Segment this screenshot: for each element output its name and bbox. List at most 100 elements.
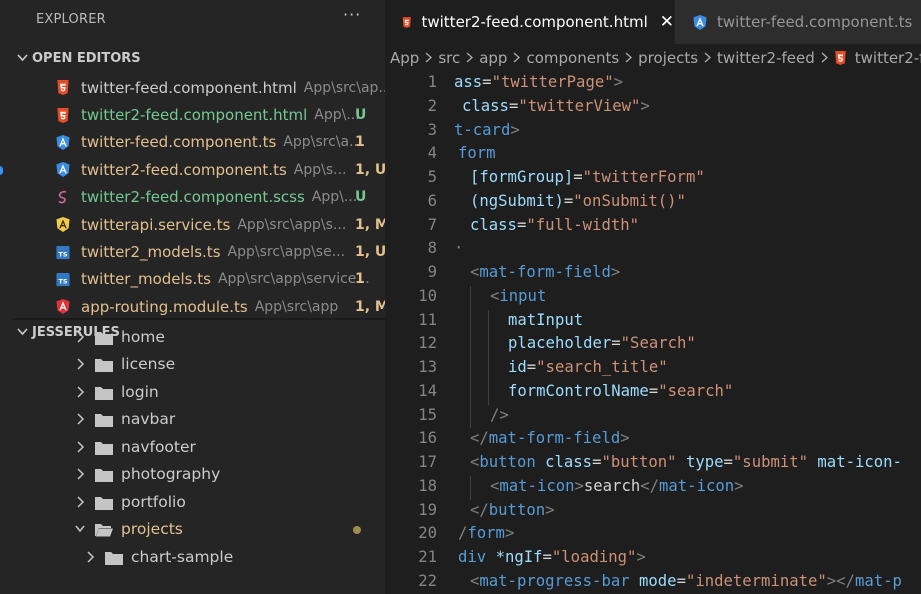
open-editor-label: twitter-feed.component.html App\src\ap... [81, 79, 385, 97]
file-name: twitter-feed.component.ts [81, 133, 277, 152]
tree-folder-projects[interactable]: projects [12, 516, 385, 544]
tree-folder-label: photography [121, 465, 221, 483]
code-token: = [516, 215, 527, 234]
activity-bar-edge [0, 0, 11, 594]
code-token: class [470, 215, 517, 234]
code-text: ass="twitterPage"> [454, 73, 623, 91]
file-name: twitter2-feed.component.scss [81, 188, 305, 207]
editor-area: twitter2-feed.component.html ✕ twitter-f… [385, 0, 921, 594]
tree-folder-portfolio[interactable]: portfolio [12, 489, 385, 517]
tree-folder-label: login [121, 382, 159, 401]
code-token: button [479, 453, 536, 471]
tab-label: twitter2-feed.component.html [421, 13, 648, 31]
tab-twitter-feed-ts[interactable]: twitter-feed.component.ts [675, 0, 921, 44]
code-text: <mat-form-field> [470, 263, 620, 281]
indent-guide [488, 357, 489, 381]
code-line: 5 [formGroup]="twitterForm" [385, 167, 921, 191]
open-editor-item[interactable]: twitter2-feed.component.ts App\s... 1, U [12, 156, 385, 183]
folder-icon [95, 496, 113, 510]
code-line: 17 <button class="button" type="submit" m… [385, 452, 921, 476]
chevron-right-icon [625, 49, 633, 67]
open-editors-header[interactable]: OPEN EDITORS [12, 46, 385, 70]
open-editor-item[interactable]: twitter2-feed.component.html App\... U [12, 101, 385, 128]
file-name: twitter2-feed.component.html [81, 106, 308, 125]
open-editor-label: twitter_models.ts App\src\app\service... [81, 270, 370, 288]
code-line: 1 ass="twitterPage"> [385, 72, 921, 96]
code-line: 7 class="full-width" [385, 215, 921, 239]
line-number: 13 [418, 358, 437, 376]
chevron-right-icon [77, 385, 85, 398]
code-token: form [458, 144, 496, 163]
code-token: > [620, 429, 630, 448]
breadcrumb-item[interactable]: app [479, 49, 507, 67]
code-token: "indeterminate" [685, 571, 827, 590]
code-token: "twitterPage" [491, 73, 614, 91]
code-token: = [482, 73, 492, 91]
code-token: mat-icon [659, 476, 735, 495]
tree-folder-photography[interactable]: photography [12, 461, 385, 489]
code-editor[interactable]: 1 ass="twitterPage"> 2 class="twitterView">… [385, 72, 921, 594]
breadcrumb-item[interactable]: App [390, 49, 419, 67]
code-token: < [490, 286, 500, 305]
code-token: mat-p [854, 571, 902, 590]
tree-folder-label: navbar [121, 410, 176, 428]
line-number: 20 [418, 524, 437, 543]
close-icon[interactable]: ✕ [660, 12, 674, 32]
code-token: > [574, 476, 584, 495]
svg-text:TS: TS [58, 250, 67, 258]
code-text: placeholder="Search" [508, 334, 696, 352]
tree-folder-login[interactable]: login [12, 379, 385, 407]
open-editor-item[interactable]: twitterapi.service.ts App\src\app\s... 1, … [12, 211, 385, 238]
folder-icon [95, 332, 113, 345]
chevron-right-icon [77, 358, 85, 370]
tree-folder-home[interactable]: home [12, 328, 385, 351]
line-number: 10 [418, 286, 437, 305]
tree-folder-chart-sample[interactable]: chart-sample [12, 544, 385, 572]
tree-folder-label: projects [121, 520, 183, 538]
code-line: 14 formControlName="search" [385, 380, 921, 405]
folder-icon [95, 414, 113, 427]
file-path: App\src\app [254, 298, 339, 315]
sass-icon [58, 190, 67, 204]
breadcrumb-item[interactable]: src [438, 49, 460, 67]
breadcrumb-item[interactable]: twitter2-feed [717, 49, 815, 67]
open-editor-item[interactable]: twitter-feed.component.html App\src\ap... [12, 74, 385, 101]
code-token: > [610, 263, 621, 281]
tab-twitter2-feed-html[interactable]: twitter2-feed.component.html ✕ [385, 0, 674, 44]
breadcrumb-item[interactable]: projects [638, 49, 698, 67]
open-editor-item[interactable]: app-routing.module.ts App\src\app 1, M [12, 293, 385, 320]
open-editor-item[interactable]: twitter2-feed.component.scss App\... U [12, 184, 385, 211]
open-editor-item[interactable]: TS twitter_models.ts App\src\app\service..… [12, 266, 385, 293]
code-token: < [470, 263, 480, 281]
breadcrumb-item[interactable]: twitter2-f [855, 49, 921, 67]
open-editors-label: OPEN EDITORS [32, 50, 141, 66]
more-actions-button[interactable]: ··· [343, 5, 361, 24]
tree-folder-navbar[interactable]: navbar [12, 406, 385, 434]
open-editor-item[interactable]: TS twitter2_models.ts App\src\app\se... 1, … [12, 238, 385, 265]
modified-dot [353, 526, 361, 534]
code-token: > [504, 524, 515, 543]
file-path: App\src\app\service... [217, 271, 370, 288]
chevron-right-icon [77, 468, 85, 480]
breadcrumb-item[interactable]: components [526, 49, 619, 67]
html5-icon [402, 16, 411, 28]
indent-guide [470, 333, 471, 357]
open-editor-label: twitter-feed.component.ts App\src\a... [81, 133, 362, 151]
git-status-badge: 1, M [355, 216, 385, 233]
angular-service-icon [56, 217, 70, 233]
open-editor-item[interactable]: twitter-feed.component.ts App\src\a... 1 [12, 129, 385, 156]
tree-folder-license[interactable]: license [12, 351, 385, 379]
code-token: div [458, 548, 487, 566]
code-text: <mat-icon>search</mat-icon> [490, 477, 744, 495]
chevron-right-icon [87, 550, 95, 563]
code-text: matInput [508, 311, 583, 329]
code-token: = [508, 96, 519, 115]
open-editor-label: twitter2_models.ts App\src\app\se... [81, 243, 345, 261]
folder-open-icon [95, 524, 113, 537]
code-token: </ [470, 500, 489, 519]
tree-folder-navfooter[interactable]: navfooter [12, 434, 385, 462]
